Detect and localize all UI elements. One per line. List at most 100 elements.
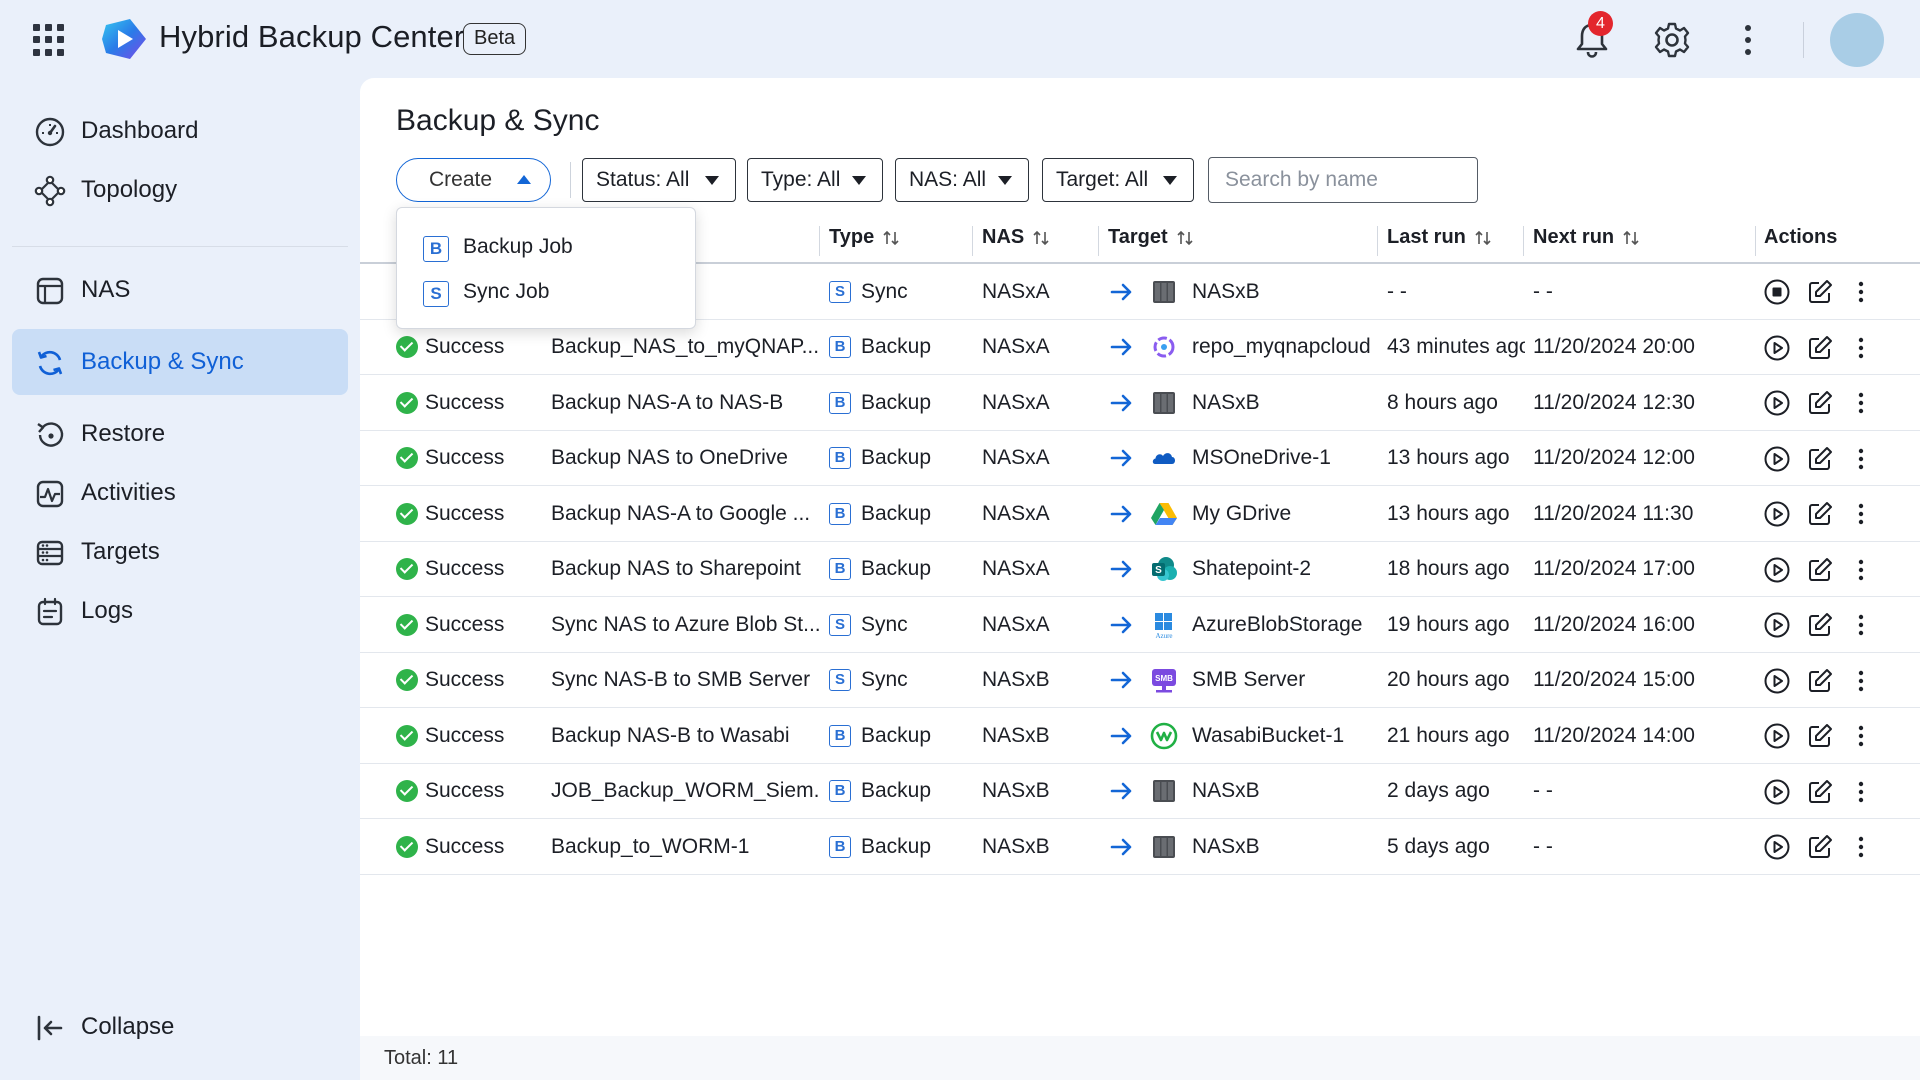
type-filter[interactable]: Type: All [747,158,883,202]
user-avatar[interactable] [1830,13,1884,67]
table-row[interactable]: Success Sync NAS-B to SMB Server S Sync NASx… [360,653,1920,708]
nas-filter[interactable]: NAS: All [895,158,1029,202]
target-filter[interactable]: Target: All [1042,158,1194,202]
logs-icon [37,597,63,626]
row-more-options-icon[interactable] [1847,556,1875,584]
last-run-text: 13 hours ago [1387,501,1510,525]
next-run-text: - - [1533,834,1553,858]
row-more-options-icon[interactable] [1847,500,1875,528]
job-name[interactable]: Sync NAS-B to SMB Server [551,668,810,692]
menu-item-backup-job[interactable]: B Backup Job [397,225,697,269]
app-grid-icon[interactable] [33,24,65,56]
column-header-nas[interactable]: NAS [982,226,1050,249]
edit-job-icon[interactable] [1806,500,1834,528]
table-row[interactable]: Success Backup_to_WORM-1 B Backup NASxB NASxB… [360,819,1920,875]
job-name[interactable]: Sync NAS to Azure Blob St... [551,613,821,637]
type-cell: B Backup [829,764,969,819]
stop-job-icon[interactable] [1763,278,1791,306]
table-row[interactable]: Success Backup NAS to Sharepoint B Backup NA… [360,542,1920,597]
run-job-icon[interactable] [1763,334,1791,362]
sidebar-item-topology[interactable]: Topology [12,157,348,223]
row-more-options-icon[interactable] [1847,778,1875,806]
table-body: NAS-BSSyncNASxANASxB- -- -SuccessBackup_… [360,264,1920,875]
wasabi-icon [1150,722,1178,750]
row-more-options-icon[interactable] [1847,833,1875,861]
run-job-icon[interactable] [1763,500,1791,528]
edit-job-icon[interactable] [1806,556,1834,584]
run-job-icon[interactable] [1763,778,1791,806]
edit-job-icon[interactable] [1806,389,1834,417]
job-name[interactable]: Backup NAS-B to Wasabi [551,724,790,748]
row-more-options-icon[interactable] [1847,667,1875,695]
column-header-target[interactable]: Target [1108,226,1194,249]
settings-gear-icon[interactable] [1652,20,1692,60]
edit-job-icon[interactable] [1806,278,1834,306]
job-name[interactable]: JOB_Backup_WORM_Siem... [551,779,821,803]
sidebar-item-restore[interactable]: Restore [12,401,348,467]
target-cell: repo_myqnapcloud [1110,320,1380,375]
row-more-options-icon[interactable] [1847,389,1875,417]
table-row[interactable]: Success Sync NAS to Azure Blob St... S Sync… [360,597,1920,653]
target-text: WasabiBucket-1 [1192,723,1345,747]
job-name[interactable]: Backup NAS to Sharepoint [551,557,801,581]
arrow-right-icon [1110,448,1134,468]
run-job-icon[interactable] [1763,556,1791,584]
row-more-options-icon[interactable] [1847,445,1875,473]
run-job-icon[interactable] [1763,445,1791,473]
search-input[interactable] [1208,157,1478,203]
success-check-icon [396,780,418,802]
sidebar-item-logs[interactable]: Logs [12,578,348,644]
edit-job-icon[interactable] [1806,833,1834,861]
job-name[interactable]: Backup_NAS_to_myQNAP... [551,335,819,359]
edit-job-icon[interactable] [1806,722,1834,750]
run-job-icon[interactable] [1763,611,1791,639]
column-header-last-run[interactable]: Last run [1387,226,1492,249]
table-row[interactable]: Success Backup NAS-A to NAS-B B Backup NASxA… [360,375,1920,431]
beta-badge: Beta [463,23,527,55]
sidebar-item-nas[interactable]: NAS [12,257,348,323]
table-row[interactable]: Success Backup NAS-B to Wasabi B Backup NASx… [360,708,1920,764]
job-name[interactable]: Backup NAS to OneDrive [551,446,788,470]
edit-job-icon[interactable] [1806,445,1834,473]
job-name[interactable]: Backup NAS-A to NAS-B [551,391,783,415]
type-text: Backup [861,390,932,414]
column-header-next-run[interactable]: Next run [1533,226,1640,249]
next-run-cell: 11/20/2024 11:30 [1533,486,1748,541]
hybrid-backup-logo-icon [102,19,146,59]
sidebar-item-dashboard[interactable]: Dashboard [12,98,348,164]
run-job-icon[interactable] [1763,722,1791,750]
nas-device-icon [1150,389,1178,417]
job-name[interactable]: Backup_to_WORM-1 [551,835,749,859]
table-row[interactable]: Success JOB_Backup_WORM_Siem... B Backup NAS… [360,764,1920,819]
next-run-text: 11/20/2024 17:00 [1533,557,1695,580]
job-name-cell: Backup NAS to Sharepoint [551,542,821,597]
status-text: Success [425,446,505,469]
sidebar-item-targets[interactable]: Targets [12,519,348,585]
edit-job-icon[interactable] [1806,334,1834,362]
more-options-icon[interactable] [1738,20,1758,60]
sidebar-item-backup-sync[interactable]: Backup & Sync [12,329,348,395]
run-job-icon[interactable] [1763,833,1791,861]
run-job-icon[interactable] [1763,667,1791,695]
type-cell: B Backup [829,375,969,430]
row-more-options-icon[interactable] [1847,722,1875,750]
table-row[interactable]: Success Backup NAS-A to Google ... B Backup… [360,486,1920,542]
column-header-type[interactable]: Type [829,226,900,249]
menu-item-sync-job[interactable]: S Sync Job [397,270,697,314]
job-name[interactable]: Backup NAS-A to Google ... [551,502,810,526]
edit-job-icon[interactable] [1806,611,1834,639]
row-more-options-icon[interactable] [1847,334,1875,362]
row-more-options-icon[interactable] [1847,278,1875,306]
edit-job-icon[interactable] [1806,667,1834,695]
sidebar-item-activities[interactable]: Activities [12,460,348,526]
collapse-sidebar-button[interactable]: Collapse [12,994,348,1060]
next-run-cell: 11/20/2024 14:00 [1533,708,1748,763]
run-job-icon[interactable] [1763,389,1791,417]
create-button[interactable]: Create [396,158,551,202]
sidebar-item-label: Dashboard [81,117,199,144]
table-row[interactable]: Success Backup NAS to OneDrive B Backup NASx… [360,431,1920,486]
status-filter[interactable]: Status: All [582,158,736,202]
row-more-options-icon[interactable] [1847,611,1875,639]
edit-job-icon[interactable] [1806,778,1834,806]
nas-cell: NASxB [982,764,1092,819]
